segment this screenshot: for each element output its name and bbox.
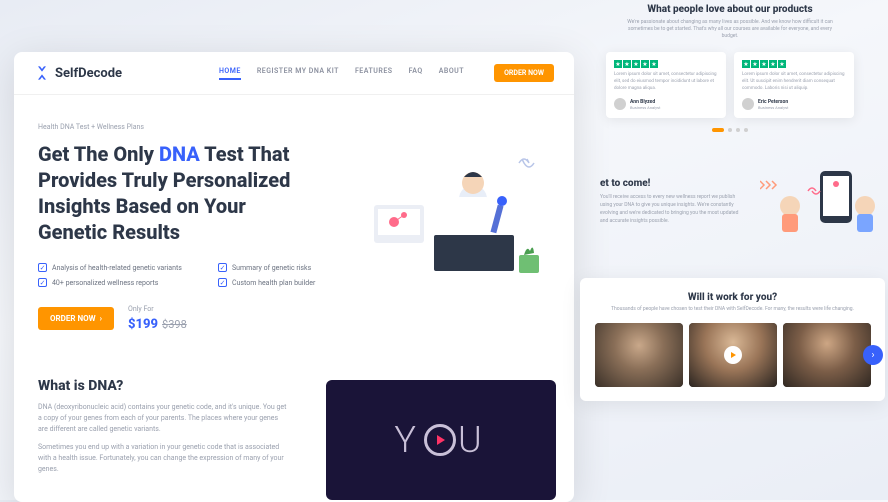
price-box: Only For $199 $398 (128, 305, 187, 332)
feature-item: ✓Summary of genetic risks (218, 263, 378, 272)
video-thumbnail[interactable] (689, 323, 777, 387)
you-logo: Y U (394, 419, 487, 461)
nav-link-register[interactable]: REGISTER MY DNA KIT (257, 67, 339, 80)
breadcrumb: Health DNA Test + Wellness Plans (38, 123, 550, 131)
check-icon: ✓ (38, 263, 47, 272)
hero-headline: Get The Only DNA Test That Provides Trul… (38, 141, 318, 245)
will-it-work-section: Will it work for you? Thousands of peopl… (580, 278, 885, 401)
old-price-value: $398 (162, 318, 187, 331)
feature-list: ✓Analysis of health-related genetic vari… (38, 263, 378, 287)
brand-logo[interactable]: SelfDecode (34, 65, 122, 81)
nav-link-features[interactable]: FEATURES (355, 67, 393, 80)
nav-link-about[interactable]: ABOUT (439, 67, 464, 80)
only-for-label: Only For (128, 305, 187, 313)
scientist-illustration (364, 145, 564, 285)
nav-link-faq[interactable]: FAQ (409, 67, 423, 80)
work-title: Will it work for you? (590, 292, 875, 303)
carousel-next-button[interactable]: › (863, 345, 883, 365)
testimonial-author: Ann BlyzedBusiness Analyst (614, 98, 718, 110)
testimonials-title: What people love about our products (580, 4, 880, 15)
nav-order-button[interactable]: ORDER NOW (494, 64, 554, 82)
testimonials-section: What people love about our products We'r… (580, 4, 880, 132)
video-thumbnail[interactable] (595, 323, 683, 387)
avatar (742, 98, 754, 110)
testimonial-cards: ★★★★★ Lorem ipsum dolor sit amet, consec… (580, 52, 880, 118)
star-rating: ★★★★★ (742, 60, 846, 68)
logo-icon (34, 65, 50, 81)
feature-item: ✓40+ personalized wellness reports (38, 278, 198, 287)
arrow-right-icon: › (100, 314, 102, 323)
play-icon (724, 346, 742, 364)
nav-links: HOME REGISTER MY DNA KIT FEATURES FAQ AB… (219, 67, 464, 80)
check-icon: ✓ (218, 263, 227, 272)
best-illustration (760, 166, 880, 236)
nav-link-home[interactable]: HOME (219, 67, 241, 80)
testimonial-card: ★★★★★ Lorem ipsum dolor sit amet, consec… (734, 52, 854, 118)
what-dna-p1: DNA (deoxyribonucleic acid) contains you… (38, 402, 288, 436)
price-value: $199 (128, 317, 158, 332)
best-text: You'll receive access to every new welln… (600, 193, 740, 225)
work-sub: Thousands of people have chosen to test … (590, 306, 875, 313)
testimonial-text: Lorem ipsum dolor sit amet, consectetur … (614, 72, 718, 92)
hero-section: Health DNA Test + Wellness Plans Get The… (14, 95, 574, 360)
testimonials-sub: We're passionate about changing as many … (620, 19, 840, 40)
video-thumbnail[interactable] (783, 323, 871, 387)
top-nav: SelfDecode HOME REGISTER MY DNA KIT FEAT… (14, 52, 574, 95)
carousel-dots[interactable] (580, 128, 880, 132)
testimonial-author: Eric PetersonBusiness Analyst (742, 98, 846, 110)
play-icon (424, 424, 456, 456)
testimonial-text: Lorem ipsum dolor sit amet, consectetur … (742, 72, 846, 92)
brand-name: SelfDecode (55, 66, 122, 81)
feature-item: ✓Analysis of health-related genetic vari… (38, 263, 198, 272)
you-video-card[interactable]: Y U (326, 380, 556, 500)
check-icon: ✓ (38, 278, 47, 287)
star-rating: ★★★★★ (614, 60, 718, 68)
avatar (614, 98, 626, 110)
check-icon: ✓ (218, 278, 227, 287)
what-dna-p2: Sometimes you end up with a variation in… (38, 442, 288, 476)
best-to-come-section: et to come! You'll receive access to eve… (600, 178, 880, 225)
cta-row: ORDER NOW› Only For $199 $398 (38, 305, 550, 332)
video-carousel: › (590, 323, 875, 387)
testimonial-card: ★★★★★ Lorem ipsum dolor sit amet, consec… (606, 52, 726, 118)
order-now-button[interactable]: ORDER NOW› (38, 307, 114, 330)
feature-item: ✓Custom health plan builder (218, 278, 378, 287)
